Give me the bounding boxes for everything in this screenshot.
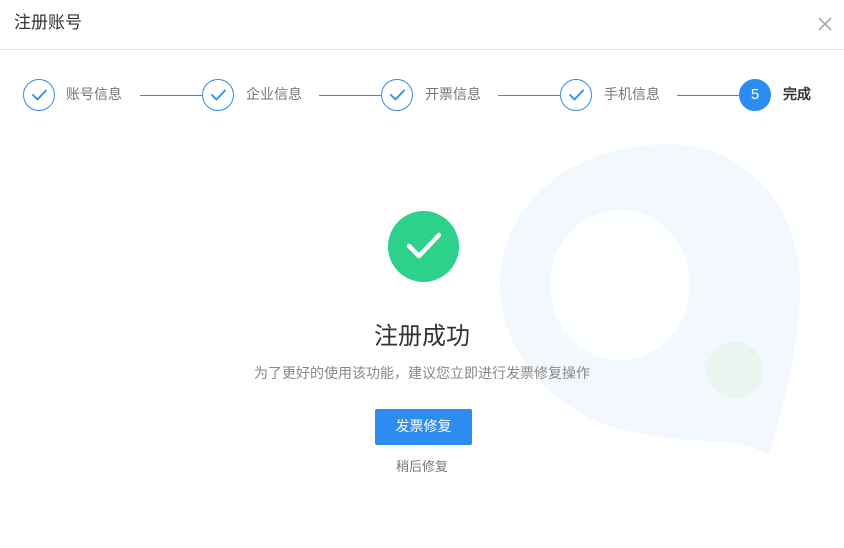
step-4-label: 手机信息: [604, 87, 660, 103]
step-5-label: 完成: [783, 87, 811, 103]
step-1-label: 账号信息: [66, 87, 122, 103]
step-1-check-icon: [23, 79, 55, 111]
step-connector: [498, 95, 560, 96]
register-dialog: 注册账号 账号信息 企业信息 开票信息 手机信息 5 完成 注册成功 为了更好的…: [0, 0, 844, 548]
step-4-check-icon: [560, 79, 592, 111]
step-3-label: 开票信息: [425, 87, 481, 103]
watermark-logo-icon: [500, 143, 800, 456]
step-connector: [140, 95, 202, 96]
step-2-label: 企业信息: [246, 87, 302, 103]
invoice-repair-button[interactable]: 发票修复: [375, 409, 472, 445]
step-3-check-icon: [381, 79, 413, 111]
dialog-header: 注册账号: [0, 0, 844, 50]
close-icon[interactable]: [814, 13, 836, 35]
step-progress: 账号信息 企业信息 开票信息 手机信息 5 完成: [0, 76, 844, 116]
step-connector: [319, 95, 381, 96]
success-description: 为了更好的使用该功能，建议您立即进行发票修复操作: [254, 366, 590, 382]
step-2-check-icon: [202, 79, 234, 111]
repair-later-link[interactable]: 稍后修复: [0, 460, 844, 476]
success-check-icon: [388, 211, 459, 282]
success-title: 注册成功: [374, 322, 470, 350]
step-connector: [677, 95, 739, 96]
dialog-title: 注册账号: [14, 13, 82, 33]
step-5-number-badge: 5: [739, 79, 771, 111]
